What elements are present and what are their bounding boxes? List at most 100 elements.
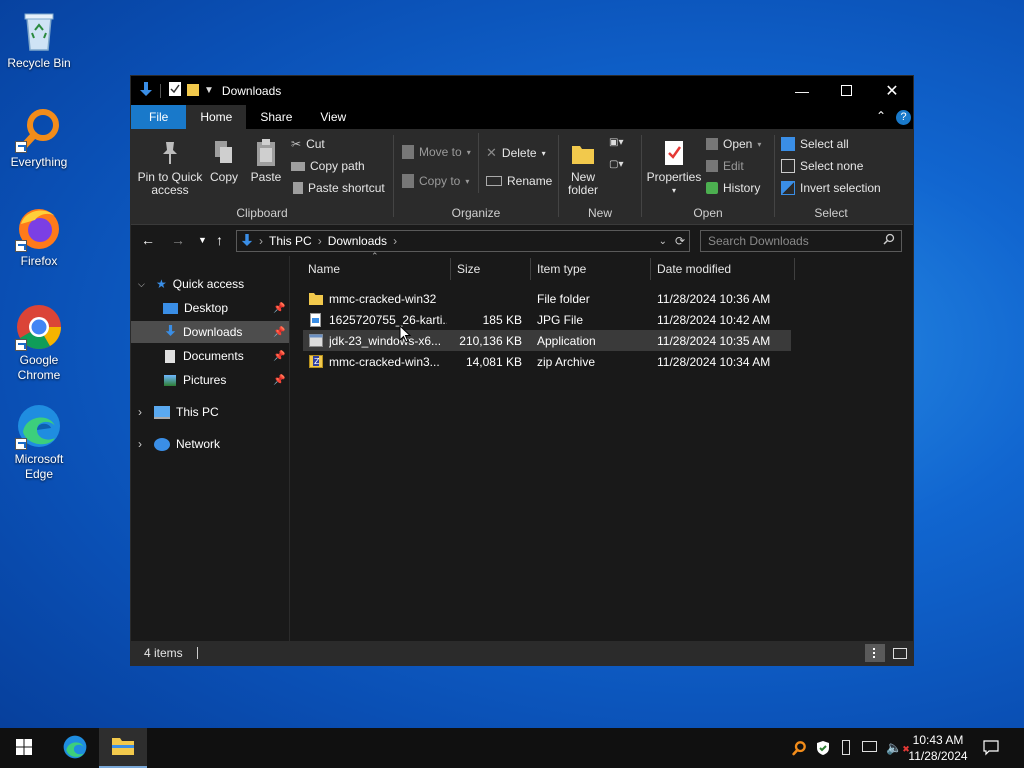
nav-this-pc[interactable]: › This PC	[131, 401, 289, 423]
recycle-bin-icon	[15, 6, 63, 54]
large-icons-view-button[interactable]	[890, 644, 910, 662]
up-button[interactable]: ↑	[216, 232, 223, 248]
network-tray-icon[interactable]	[862, 741, 877, 752]
tab-file[interactable]: File	[131, 105, 187, 129]
folder-icon	[309, 288, 323, 309]
address-dropdown-icon[interactable]: ⌄	[659, 236, 667, 247]
search-box[interactable]: Search Downloads	[700, 230, 902, 252]
paste-shortcut-icon	[293, 182, 303, 194]
column-header-size[interactable]: Size	[457, 256, 480, 282]
breadcrumb-this-pc[interactable]: This PC	[269, 234, 312, 248]
nav-quick-access[interactable]: ⌵ ★ Quick access	[131, 273, 289, 295]
select-group-label: Select	[814, 206, 848, 220]
column-separator[interactable]	[794, 258, 795, 280]
maximize-button[interactable]	[823, 76, 869, 105]
taskbar: 🔈✖ 10:43 AM 11/28/2024	[0, 728, 1024, 768]
cut-label: Cut	[306, 137, 325, 151]
open-button[interactable]: Open ▾	[706, 137, 761, 151]
new-folder-button[interactable]: New folder	[563, 135, 603, 197]
customize-qa-icon[interactable]: ▼	[204, 85, 214, 96]
everything-search-icon	[15, 105, 63, 153]
system-clock[interactable]: 10:43 AM 11/28/2024	[905, 732, 971, 764]
pin-icon: 📌	[273, 302, 286, 314]
usb-device-icon[interactable]	[842, 740, 850, 755]
details-view-button[interactable]	[865, 644, 885, 662]
minimize-ribbon-icon[interactable]: ⌃	[876, 109, 886, 123]
file-row[interactable]: Z mmc-cracked-win3... 14,081 KB zip Arch…	[303, 351, 791, 372]
back-button[interactable]: ←	[141, 232, 155, 248]
file-row[interactable]: jdk-23_windows-x6... 210,136 KB Applicat…	[303, 330, 791, 351]
title-bar[interactable]: ▼ Downloads — ✕	[131, 76, 913, 105]
select-all-button[interactable]: Select all	[781, 137, 849, 151]
move-to-button[interactable]: Move to ▾	[402, 145, 471, 159]
image-file-icon	[310, 309, 324, 330]
file-size: 14,081 KB	[465, 354, 522, 369]
desktop-icon-everything[interactable]: Everything	[2, 105, 76, 170]
file-row[interactable]: mmc-cracked-win32 File folder 11/28/2024…	[303, 288, 791, 309]
edit-button[interactable]: Edit	[706, 159, 744, 173]
notification-center-icon[interactable]	[983, 740, 999, 759]
select-none-label: Select none	[800, 159, 864, 173]
mouse-cursor-icon	[399, 324, 412, 346]
shortcut-arrow-icon	[15, 141, 27, 153]
nav-label: Network	[176, 437, 221, 451]
breadcrumb-downloads[interactable]: Downloads	[328, 234, 387, 248]
select-none-button[interactable]: Select none	[781, 159, 863, 173]
paste-button[interactable]: Paste	[249, 135, 283, 184]
nav-documents[interactable]: Documents 📌	[131, 345, 289, 367]
tab-view[interactable]: View	[306, 105, 360, 129]
minimize-button[interactable]: —	[779, 76, 825, 105]
start-button[interactable]	[0, 728, 48, 768]
column-separator[interactable]	[650, 258, 651, 280]
nav-pictures[interactable]: Pictures 📌	[131, 369, 289, 391]
dropdown-arrow-icon: ▾	[757, 139, 762, 149]
tab-home[interactable]: Home	[186, 105, 247, 129]
taskbar-edge[interactable]	[51, 728, 99, 768]
help-icon[interactable]: ?	[896, 110, 911, 125]
minimize-icon: —	[795, 82, 809, 99]
cut-button[interactable]: ✂ Cut	[291, 137, 325, 151]
desktop-icon-recycle-bin[interactable]: Recycle Bin	[2, 6, 76, 71]
column-header-name[interactable]: Name	[308, 256, 340, 282]
copy-to-button[interactable]: Copy to ▾	[402, 174, 469, 188]
search-input[interactable]: Search Downloads	[708, 234, 809, 248]
tab-share[interactable]: Share	[246, 105, 306, 129]
refresh-icon[interactable]: ⟳	[675, 234, 685, 248]
nav-desktop[interactable]: Desktop 📌	[131, 297, 289, 319]
desktop-icon-chrome[interactable]: Google Chrome	[2, 303, 76, 383]
paste-shortcut-button[interactable]: Paste shortcut	[291, 181, 385, 195]
copy-button[interactable]: Copy	[207, 135, 241, 184]
file-date: 11/28/2024 10:36 AM	[657, 291, 771, 306]
invert-selection-button[interactable]: Invert selection	[781, 181, 881, 195]
address-bar-row: ← → ▼ ↑ › This PC › Downloads › ⌄ ⟳ Sear…	[131, 225, 913, 257]
security-shield-icon[interactable]	[816, 740, 830, 759]
history-button[interactable]: History	[706, 181, 760, 195]
easy-access-icon[interactable]: ▢▾	[609, 159, 623, 170]
forward-arrow-icon: →	[171, 232, 185, 248]
new-item-icon[interactable]: ▣▾	[609, 137, 623, 148]
close-button[interactable]: ✕	[869, 76, 915, 105]
desktop-icon-edge[interactable]: Microsoft Edge	[2, 402, 76, 482]
recent-locations-button[interactable]: ▼	[198, 235, 207, 245]
new-folder-qa-icon[interactable]	[186, 81, 200, 100]
nav-downloads[interactable]: Downloads 📌	[131, 321, 289, 343]
delete-button[interactable]: ✕ Delete ▾	[486, 145, 546, 161]
pin-to-quick-access-button[interactable]: Pin to Quick access	[137, 135, 203, 197]
desktop-icon-firefox[interactable]: Firefox	[2, 204, 76, 269]
column-header-item-type[interactable]: Item type	[537, 256, 586, 282]
properties-qa-icon[interactable]	[168, 81, 182, 100]
everything-tray-icon[interactable]	[791, 740, 807, 759]
forward-button[interactable]: →	[171, 232, 185, 248]
ribbon-tabs: File Home Share View ⌃ ?	[131, 105, 913, 129]
taskbar-file-explorer[interactable]	[99, 728, 147, 768]
desktop-folder-icon	[163, 302, 178, 314]
column-separator[interactable]	[450, 258, 451, 280]
file-row[interactable]: 1625720755_26-karti... 185 KB JPG File 1…	[303, 309, 791, 330]
address-input[interactable]: › This PC › Downloads › ⌄ ⟳	[236, 230, 690, 252]
properties-button[interactable]: Properties ▾	[646, 135, 702, 197]
rename-button[interactable]: Rename	[486, 174, 552, 188]
column-header-date-modified[interactable]: Date modified	[657, 256, 731, 282]
column-separator[interactable]	[530, 258, 531, 280]
copy-path-button[interactable]: Copy path	[291, 159, 365, 173]
nav-network[interactable]: › Network	[131, 433, 289, 455]
